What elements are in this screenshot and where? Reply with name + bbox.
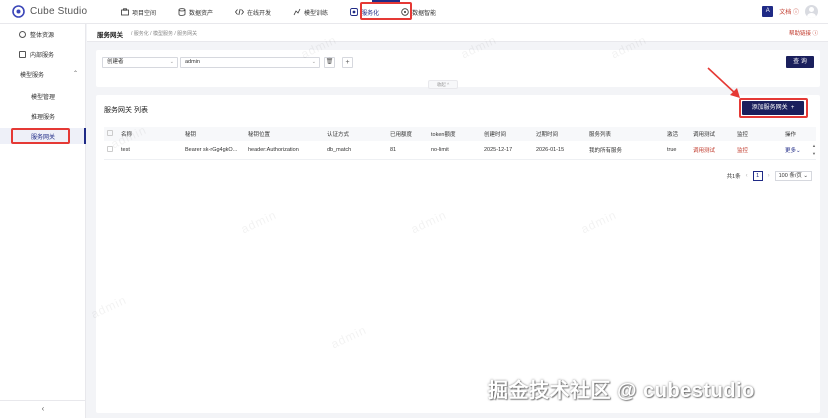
next-page-icon[interactable]: › <box>768 173 770 179</box>
avatar[interactable] <box>805 5 818 18</box>
help-circle-icon: ⓘ <box>792 10 799 16</box>
scroll-down-arrow-icon[interactable]: ▼ <box>812 152 816 156</box>
sidebar-item-label: 推理服务 <box>31 114 56 121</box>
database-icon <box>178 8 186 16</box>
nav-label: 项目空间 <box>132 10 157 17</box>
breadcrumb-path[interactable]: / 服务化 / 模型服务 / 服务网关 <box>131 30 197 37</box>
column-header[interactable]: 已用额度 <box>387 127 428 141</box>
query-button[interactable]: 查 询 <box>786 56 814 68</box>
cell-key: Bearer sk-rGg4gkO... <box>182 141 245 160</box>
row-checkbox[interactable] <box>107 145 113 152</box>
cell-expires: 2026-01-15 <box>533 141 586 160</box>
cell-used: 81 <box>387 141 428 160</box>
more-actions-dropdown[interactable]: 更多⌄ <box>785 148 801 154</box>
call-test-link[interactable]: 调用测试 <box>693 148 715 154</box>
chevron-down-icon: ⌄ <box>803 173 808 179</box>
sidebar-item-label: 模型管理 <box>31 94 56 101</box>
filter-field-select[interactable]: 创建者 ⌄ <box>102 57 178 68</box>
column-header[interactable]: 调用测试 <box>690 127 734 141</box>
sidebar-collapse-button[interactable]: ‹ <box>0 400 86 418</box>
language-icon[interactable]: A <box>762 6 774 17</box>
breadcrumb: 服务网关 / 服务化 / 模型服务 / 服务网关 帮助链接 ⓘ <box>87 24 828 42</box>
delete-filter-button[interactable]: 🗑 <box>324 57 335 68</box>
cube-logo-icon <box>12 5 25 18</box>
nav-item-model-training[interactable]: 模型训练 <box>282 0 339 24</box>
filter-value-select[interactable]: admin ⌄ <box>180 57 320 68</box>
fold-filter-toggle[interactable]: 收起 ^ <box>428 80 458 89</box>
column-header[interactable]: 认证方式 <box>324 127 387 141</box>
cell-created: 2025-12-17 <box>481 141 533 160</box>
nav-item-project-space[interactable]: 项目空间 <box>110 0 167 24</box>
pagination-total: 共1条 <box>726 174 741 180</box>
cell-key-position: header:Authorization <box>245 141 324 160</box>
app-name: Cube Studio <box>30 6 88 17</box>
cell-services: 我的所有服务 <box>586 141 664 160</box>
list-title: 服务网关 列表 <box>104 107 148 114</box>
chevron-up-icon: ⌃ <box>72 71 78 77</box>
sidebar-item-label: 整体资源 <box>30 32 55 39</box>
gateway-list-panel: 服务网关 列表 添加服务网关 + 名称 秘钥 秘钥位置 认证方式 已用额度 to… <box>96 95 820 413</box>
training-icon <box>293 8 301 16</box>
chevron-down-icon: ⌄ <box>311 59 316 65</box>
cell-name: test <box>118 141 182 160</box>
sidebar-group-label: 模型服务 <box>20 72 45 79</box>
app-logo[interactable]: Cube Studio <box>12 5 87 18</box>
internal-service-icon <box>19 50 26 58</box>
footer-watermark: 掘金技术社区 @ cubestudio <box>488 380 755 402</box>
table-row: test Bearer sk-rGg4gkO... header:Authori… <box>104 141 816 160</box>
chevron-down-icon: ⌄ <box>796 147 801 154</box>
filter-panel: 创建者 ⌄ admin ⌄ 🗑 + 查 询 <box>96 50 820 87</box>
briefcase-icon <box>121 8 129 16</box>
add-filter-button[interactable]: + <box>342 57 353 68</box>
page-number[interactable]: 1 <box>752 171 763 181</box>
column-header[interactable]: 名称 <box>118 127 182 141</box>
top-navigation-bar: Cube Studio 项目空间 数据资产 在线开发 模型训练 服务化 数据智能 <box>0 0 828 24</box>
gateway-table: 名称 秘钥 秘钥位置 认证方式 已用额度 token额度 创建时间 过期时间 服… <box>104 127 816 160</box>
highlight-box-add-button <box>739 98 808 118</box>
nav-label: 模型训练 <box>304 10 329 17</box>
nav-label: 数据资产 <box>189 10 214 17</box>
column-header[interactable]: 过期时间 <box>533 127 586 141</box>
select-all-checkbox[interactable] <box>107 130 113 136</box>
sidebar-group-model-services[interactable]: 模型服务 ⌃ <box>0 66 86 82</box>
column-header[interactable]: 激活 <box>664 127 690 141</box>
highlight-box-nav <box>360 2 412 20</box>
column-header[interactable]: 创建时间 <box>481 127 533 141</box>
pagination: 共1条 ‹ 1 › 100 条/页 ⌄ <box>727 171 812 181</box>
sidebar: 整体资源 内部服务 模型服务 ⌃ 模型管理 推理服务 服务网关 ‹ <box>0 24 86 418</box>
scroll-up-arrow-icon[interactable]: ▲ <box>812 144 816 148</box>
prev-page-icon[interactable]: ‹ <box>746 173 748 179</box>
sidebar-item-model-management[interactable]: 模型管理 <box>0 88 86 104</box>
page-title: 服务网关 <box>97 32 123 39</box>
cell-token-quota: no-limit <box>428 141 481 160</box>
column-header[interactable]: 秘钥位置 <box>245 127 324 141</box>
column-header[interactable]: token额度 <box>428 127 481 141</box>
column-header[interactable]: 秘钥 <box>182 127 245 141</box>
column-header[interactable]: 操作 <box>782 127 816 141</box>
nav-item-online-dev[interactable]: 在线开发 <box>224 0 282 24</box>
chevron-down-icon: ⌄ <box>169 59 174 65</box>
sidebar-item-label: 内部服务 <box>30 52 55 59</box>
sidebar-item-internal-services[interactable]: 内部服务 <box>0 46 86 62</box>
column-header[interactable]: 监控 <box>734 127 782 141</box>
nav-item-data-assets[interactable]: 数据资产 <box>167 0 224 24</box>
cell-auth: db_match <box>324 141 387 160</box>
help-link[interactable]: 帮助链接 ⓘ <box>789 29 818 37</box>
top-right-tools: A 文档 ⓘ <box>762 5 818 18</box>
cell-active: true <box>664 141 690 160</box>
code-icon <box>235 8 245 16</box>
resource-icon <box>19 30 26 38</box>
docs-link[interactable]: 文档 ⓘ <box>779 7 799 16</box>
service-icon <box>350 8 359 16</box>
column-header[interactable]: 服务列表 <box>586 127 664 141</box>
nav-label: 数据智能 <box>412 10 437 17</box>
sidebar-item-inference-service[interactable]: 推理服务 <box>0 108 86 124</box>
nav-label: 在线开发 <box>247 10 272 17</box>
monitor-link[interactable]: 监控 <box>737 148 748 154</box>
table-header-row: 名称 秘钥 秘钥位置 认证方式 已用额度 token额度 创建时间 过期时间 服… <box>104 127 816 141</box>
sidebar-item-overall-resources[interactable]: 整体资源 <box>0 26 86 42</box>
help-circle-icon: ⓘ <box>812 31 818 37</box>
page-size-select[interactable]: 100 条/页 ⌄ <box>774 171 812 181</box>
highlight-box-sidebar <box>11 128 70 144</box>
